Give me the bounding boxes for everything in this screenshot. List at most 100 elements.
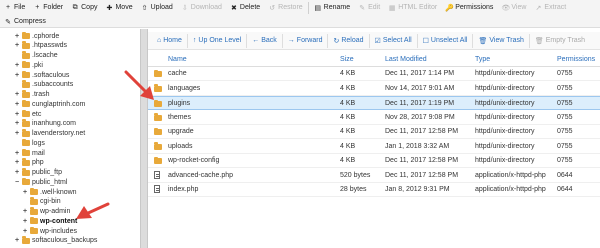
table-row[interactable]: upgrade 4 KB Dec 11, 2017 12:58 PM httpd/un… xyxy=(148,125,600,139)
table-row[interactable]: plugins 4 KB Dec 11, 2017 1:19 PM httpd/uni… xyxy=(148,96,600,110)
folder-icon xyxy=(30,207,38,215)
tree-item-cphorde[interactable]: + .cphorde xyxy=(14,31,59,41)
folder-icon xyxy=(22,129,30,137)
toolbar-html-editor-button[interactable]: ▦ HTML Editor xyxy=(384,1,441,14)
toolbar-permissions-button[interactable]: 🔑 Permissions xyxy=(441,1,497,14)
toolbar-move-button[interactable]: ✚ Move xyxy=(101,1,136,14)
column-header-type[interactable]: Type xyxy=(475,56,490,63)
tree-item-htpasswds[interactable]: + .htpasswds xyxy=(14,41,67,51)
cell-name: index.php xyxy=(168,186,199,193)
tree-item-public-ftp[interactable]: + public_ftp xyxy=(14,168,62,178)
toolbar-view-button[interactable]: 👁 View xyxy=(497,1,530,14)
toolbar-button-label: Upload xyxy=(150,4,173,11)
expand-icon[interactable]: + xyxy=(14,101,20,108)
toolbar-copy-button[interactable]: ⧉ Copy xyxy=(67,1,101,14)
tree-item-trash[interactable]: + .trash xyxy=(14,90,50,100)
tree-item-lavenderstory-net[interactable]: + lavenderstory.net xyxy=(14,129,85,139)
upload-icon: ⇧ xyxy=(141,4,148,12)
nav-back-button[interactable]: ← Back xyxy=(247,33,283,48)
expand-icon[interactable]: + xyxy=(14,150,20,157)
tree-item-wp-admin[interactable]: + wp-admin xyxy=(22,207,70,217)
table-row[interactable]: advanced-cache.php 520 bytes Dec 11, 2017 … xyxy=(148,169,600,183)
table-row[interactable]: languages 4 KB Nov 14, 2017 9:01 AM httpd/u… xyxy=(148,82,600,96)
expand-icon[interactable]: + xyxy=(22,228,28,235)
pane-splitter[interactable] xyxy=(140,29,148,248)
tree-item-softaculous-backups[interactable]: + softaculous_backups xyxy=(14,236,97,246)
tree-item-mail[interactable]: + mail xyxy=(14,148,45,158)
nav-forward-button[interactable]: → Forward xyxy=(283,33,329,48)
nav-reload-button[interactable]: ↻ Reload xyxy=(328,33,370,48)
toolbar-rename-button[interactable]: ▤ Rename xyxy=(310,1,354,14)
expand-icon[interactable]: + xyxy=(14,111,20,118)
toolbar-folder-button[interactable]: + Folder xyxy=(29,1,67,14)
tree-item-inanhung-com[interactable]: + inanhung.com xyxy=(14,119,76,129)
cell-modified: Dec 11, 2017 1:14 PM xyxy=(385,70,455,77)
cell-permissions: 0644 xyxy=(557,186,573,193)
edit-icon: ✎ xyxy=(5,18,11,26)
eye-icon: 👁 xyxy=(501,4,511,12)
nav-empty-trash-button[interactable]: 🗑 Empty Trash xyxy=(530,34,590,48)
expand-icon[interactable]: + xyxy=(14,237,20,244)
expand-icon[interactable]: + xyxy=(14,72,20,79)
expand-icon[interactable]: + xyxy=(22,189,28,196)
table-row[interactable]: uploads 4 KB Jan 1, 2018 3:32 AM httpd/unix… xyxy=(148,140,600,154)
table-row[interactable]: wp-rocket-config 4 KB Dec 11, 2017 12:58 P… xyxy=(148,154,600,168)
nav-home-button[interactable]: ⌂ Home xyxy=(152,33,188,48)
tree-item-pki[interactable]: + .pki xyxy=(14,60,43,70)
tree-item-wp-content[interactable]: + wp-content xyxy=(22,216,77,226)
tree-item-wp-includes[interactable]: + wp-includes xyxy=(22,226,77,236)
tree-item-php[interactable]: + php xyxy=(14,158,44,168)
expand-icon[interactable]: + xyxy=(22,208,28,215)
table-row[interactable]: cache 4 KB Dec 11, 2017 1:14 PM httpd/unix-… xyxy=(148,67,600,81)
toolbar-compress-button[interactable]: ✎ Compress xyxy=(0,15,50,28)
expand-icon[interactable]: + xyxy=(22,218,28,225)
tree-item-logs[interactable]: logs xyxy=(14,138,45,148)
expand-icon[interactable]: + xyxy=(14,42,20,49)
tree-item-public-html[interactable]: − public_html xyxy=(14,177,67,187)
toolbar-delete-button[interactable]: ✖ Delete xyxy=(226,1,264,14)
expand-icon[interactable]: + xyxy=(14,130,20,137)
cell-name: themes xyxy=(168,113,191,121)
toolbar-edit-button[interactable]: ✎ Edit xyxy=(354,1,384,14)
expand-icon[interactable]: + xyxy=(14,169,20,176)
tree-item-softaculous[interactable]: + .softaculous xyxy=(14,70,69,80)
toolbar-restore-button[interactable]: ↺ Restore xyxy=(264,1,307,14)
nav-up-one-level-button[interactable]: ↑ Up One Level xyxy=(188,33,248,48)
expand-icon[interactable]: + xyxy=(14,33,20,40)
collapse-icon[interactable]: − xyxy=(14,179,20,186)
cell-permissions: 0755 xyxy=(557,128,573,135)
toolbar-extract-button[interactable]: ↗ Extract xyxy=(530,1,570,14)
folder-icon xyxy=(30,216,38,225)
tree-item-etc[interactable]: + etc xyxy=(14,109,41,119)
folder-icon xyxy=(22,90,30,98)
folder-icon xyxy=(22,119,30,127)
expand-icon[interactable]: + xyxy=(14,159,20,166)
toolbar-file-button[interactable]: + File xyxy=(0,1,29,14)
toolbar-upload-button[interactable]: ⇧ Upload xyxy=(137,1,177,14)
column-header-name[interactable]: Name xyxy=(168,56,187,63)
tree-item-lscache[interactable]: .lscache xyxy=(14,51,58,61)
copy-icon: ⧉ xyxy=(72,3,78,11)
tree-item-subaccounts[interactable]: .subaccounts xyxy=(14,80,73,90)
folder-icon xyxy=(22,60,30,69)
folder-icon xyxy=(22,138,30,147)
expand-icon[interactable]: + xyxy=(14,91,20,98)
expand-icon[interactable]: + xyxy=(14,120,20,127)
tree-item-cunglaptrinh-com[interactable]: + cunglaptrinh.com xyxy=(14,99,85,109)
expand-icon[interactable]: + xyxy=(14,62,20,69)
cell-type: httpd/unix-directory xyxy=(475,142,535,150)
nav-select-all-button[interactable]: ☑ Select All xyxy=(370,33,418,48)
toolbar-download-button[interactable]: ⇩ Download xyxy=(177,1,226,14)
nav-view-trash-button[interactable]: 🗑 View Trash xyxy=(473,33,530,48)
column-header-last-modified[interactable]: Last Modified xyxy=(385,56,427,63)
tree-item-well-known[interactable]: + .well-known xyxy=(22,187,77,197)
column-header-size[interactable]: Size xyxy=(340,56,354,63)
folder-icon xyxy=(22,148,30,156)
table-row[interactable]: themes 4 KB Nov 28, 2017 9:08 PM httpd/unix… xyxy=(148,111,600,125)
nav-button-label: Up One Level xyxy=(198,37,242,44)
column-header-permissions[interactable]: Permissions xyxy=(557,56,595,63)
nav-unselect-all-button[interactable]: ☐ Unselect All xyxy=(418,33,474,48)
table-row[interactable]: index.php 28 bytes Jan 8, 2012 9:31 PM appl… xyxy=(148,183,600,197)
cell-name: wp-rocket-config xyxy=(168,157,220,164)
tree-item-cgi-bin[interactable]: cgi-bin xyxy=(22,197,61,207)
